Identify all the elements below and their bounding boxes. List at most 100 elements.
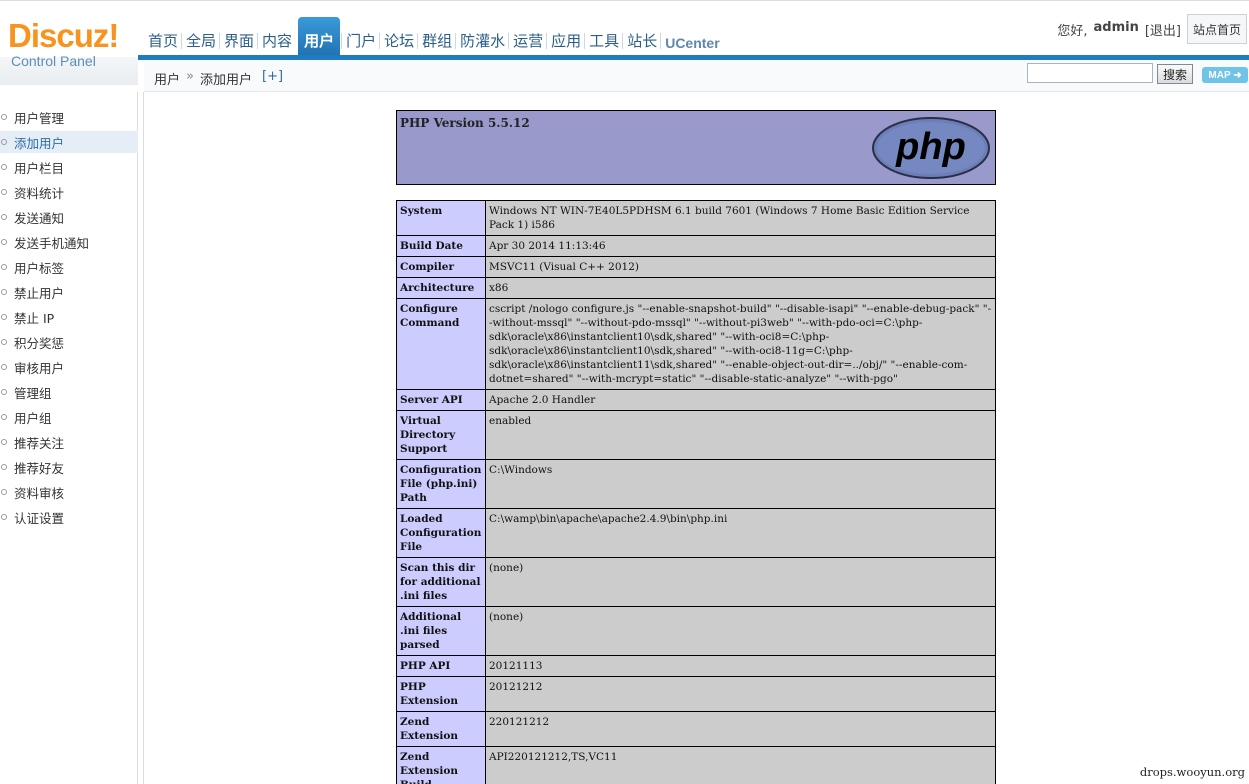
sidebar-item-16[interactable]: 认证设置	[0, 506, 138, 528]
table-row: Server API Apache 2.0 Handler	[396, 389, 996, 411]
breadcrumb-page: 添加用户	[199, 73, 252, 88]
php-logo-icon: php	[872, 117, 990, 179]
breadcrumb-separator: »	[186, 69, 194, 84]
sidebar: 用户管理添加用户用户栏目资料统计发送通知发送手机通知 用户标签禁止用户禁止 IP 积…	[0, 92, 138, 784]
nav-item-7[interactable]: 群组	[417, 17, 456, 59]
row-key: Compiler	[396, 256, 486, 278]
nav-item-5[interactable]: 门户	[341, 17, 380, 59]
row-key: PHP Extension	[396, 676, 486, 712]
row-value: (none)	[485, 557, 996, 607]
breadcrumb: 用户 » 添加用户 [+]	[154, 69, 283, 88]
nav-item-10[interactable]: 应用	[546, 17, 585, 59]
nav-item-13[interactable]: UCenter	[660, 17, 723, 59]
nav-item-4[interactable]: 用户	[298, 17, 341, 59]
search-button[interactable]: 搜索	[1157, 64, 1193, 84]
nav-item-2[interactable]: 界面	[219, 17, 258, 59]
watermark: drops.wooyun.org	[1139, 765, 1245, 779]
row-value: 20121212	[485, 676, 996, 712]
username: admin	[1093, 20, 1139, 35]
logo-subtitle: Control Panel	[11, 53, 96, 69]
row-key: Architecture	[396, 277, 486, 299]
user-bar: 您好, admin [退出]	[1057, 20, 1181, 39]
php-version-title: PHP Version 5.5.12	[400, 116, 530, 130]
table-row: Compiler MSVC11 (Visual C++ 2012)	[396, 256, 996, 278]
logo[interactable]: Discuz! Control Panel	[8, 19, 138, 77]
logout-link[interactable]: [退出]	[1145, 20, 1181, 39]
nav-item-3[interactable]: 内容	[257, 17, 296, 59]
logo-brand: Discuz!	[8, 17, 119, 54]
sidebar-item-0[interactable]: 用户管理	[0, 106, 138, 128]
php-logo-text: php	[895, 126, 966, 168]
table-row: Virtual Directory Support enabled	[396, 410, 996, 460]
row-key: Loaded Configuration File	[396, 508, 486, 558]
nav-item-8[interactable]: 防灌水	[455, 17, 509, 59]
nav-item-12[interactable]: 站长	[622, 17, 661, 59]
table-row: Additional .ini files parsed (none)	[396, 606, 996, 656]
table-row: Build Date Apr 30 2014 11:13:46	[396, 235, 996, 257]
table-row: Zend Extension BuildAPI220121212,TS,VC11	[396, 746, 996, 784]
row-key: Build Date	[396, 235, 486, 257]
sidebar-item-13[interactable]: 推荐关注	[0, 431, 138, 453]
sidebar-divider	[143, 92, 144, 784]
sidebar-item-14[interactable]: 推荐好友	[0, 456, 138, 478]
greeting-text: 您好,	[1057, 24, 1088, 39]
phpinfo-content: PHP Version 5.5.12 php System Windows NT …	[396, 110, 996, 784]
sidebar-item-1[interactable]: 添加用户	[0, 131, 138, 153]
sidebar-item-10[interactable]: 审核用户	[0, 356, 138, 378]
table-row: Zend Extension 220121212	[396, 711, 996, 747]
row-value: MSVC11 (Visual C++ 2012)	[485, 256, 996, 278]
row-key: Virtual Directory Support	[396, 410, 486, 460]
row-key: Configure Command	[396, 298, 486, 390]
row-key: Configuration File (php.ini) Path	[396, 459, 486, 509]
row-value: (none)	[485, 606, 996, 656]
row-value: 20121113	[485, 655, 996, 677]
search-input[interactable]	[1027, 63, 1153, 83]
sidebar-item-2[interactable]: 用户栏目	[0, 156, 138, 178]
table-row: Scan this dir for additional .ini files(…	[396, 557, 996, 607]
row-value: 220121212	[485, 711, 996, 747]
table-row: PHP API 20121113	[396, 655, 996, 677]
site-home-button[interactable]: 站点首页	[1187, 14, 1247, 44]
sidebar-item-12[interactable]: 用户组	[0, 406, 138, 428]
nav-item-0[interactable]: 首页	[144, 17, 182, 59]
row-value: enabled	[485, 410, 996, 460]
header: Discuz! Control Panel 首页 全局 界面 内容 用户 门户 论坛 群组 防灌…	[0, 0, 1249, 85]
breadcrumb-section[interactable]: 用户	[154, 69, 180, 88]
sidebar-item-7[interactable]: 禁止用户	[0, 281, 138, 303]
nav-item-9[interactable]: 运营	[508, 17, 547, 59]
sidebar-item-11[interactable]: 管理组	[0, 381, 138, 403]
sidebar-item-15[interactable]: 资料审核	[0, 481, 138, 503]
nav-item-1[interactable]: 全局	[181, 17, 220, 59]
row-value: C:\Windows	[485, 459, 996, 509]
nav-item-11[interactable]: 工具	[584, 17, 623, 59]
row-key: Zend Extension	[396, 711, 486, 747]
sidebar-item-5[interactable]: 发送手机通知	[0, 231, 138, 253]
row-key: Server API	[396, 389, 486, 411]
main-nav: 首页 全局 界面 内容 用户 门户 论坛 群组 防灌水 运营 应用 工具 站长 UCenter	[144, 17, 724, 59]
table-row: Configuration File (php.ini) Path C:\Wind…	[396, 459, 996, 509]
row-value: C:\wamp\bin\apache\apache2.4.9\bin\php.i…	[485, 508, 996, 558]
table-row: Architecture x86	[396, 277, 996, 299]
map-button[interactable]: MAP ➜	[1202, 67, 1248, 83]
add-to-menu-link[interactable]: [+]	[262, 69, 283, 88]
table-row: PHP Extension 20121212	[396, 676, 996, 712]
row-key: PHP API	[396, 655, 486, 677]
breadcrumb-bar: 用户 » 添加用户 [+] 搜索 MAP ➜	[144, 60, 1249, 92]
sidebar-item-3[interactable]: 资料统计	[0, 181, 138, 203]
sidebar-item-9[interactable]: 积分奖惩	[0, 331, 138, 353]
row-value: Apr 30 2014 11:13:46	[485, 235, 996, 257]
row-value: cscript /nologo configure.js "--enable-s…	[485, 298, 996, 390]
sidebar-item-6[interactable]: 用户标签	[0, 256, 138, 278]
nav-item-6[interactable]: 论坛	[379, 17, 418, 59]
sidebar-item-8[interactable]: 禁止 IP	[0, 306, 138, 328]
sidebar-item-4[interactable]: 发送通知	[0, 206, 138, 228]
row-value: Apache 2.0 Handler	[485, 389, 996, 411]
row-value: Windows NT WIN-7E40L5PDHSM 6.1 build 760…	[485, 200, 996, 236]
row-key: Zend Extension Build	[396, 746, 486, 784]
phpinfo-header: PHP Version 5.5.12 php	[396, 110, 996, 185]
table-row: System Windows NT WIN-7E40L5PDHSM 6.1 bui…	[396, 200, 996, 236]
table-row: Configure Command cscript /nologo configu…	[396, 298, 996, 390]
row-value: x86	[485, 277, 996, 299]
row-value: API220121212,TS,VC11	[485, 746, 996, 784]
row-key: Scan this dir for additional .ini files	[396, 557, 486, 607]
